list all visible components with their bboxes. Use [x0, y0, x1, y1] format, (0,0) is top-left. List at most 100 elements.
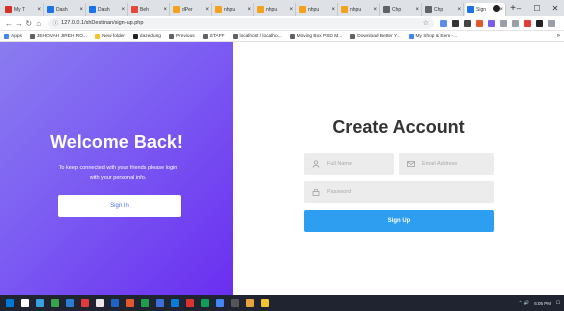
browser-tab[interactable]: Chp ×: [423, 3, 464, 16]
taskbar-app-icon[interactable]: [246, 299, 254, 307]
email-input[interactable]: [422, 161, 482, 167]
bookmarks-more-button[interactable]: »: [557, 33, 560, 39]
start-icon[interactable]: [6, 299, 14, 307]
address-bar[interactable]: ⓘ 127.0.0.1/shDestinan/sign-up.php ☆: [47, 17, 434, 29]
extension-icon[interactable]: [500, 19, 507, 27]
taskbar-app-icon[interactable]: [156, 299, 164, 307]
notifications-icon[interactable]: ☐: [556, 300, 560, 306]
taskbar-app-icon[interactable]: [21, 299, 29, 307]
taskbar-app-icon[interactable]: [141, 299, 149, 307]
tab-label: nhpu: [266, 6, 278, 13]
browser-tab[interactable]: Dash ×: [45, 3, 86, 16]
close-window-button[interactable]: ✕: [546, 4, 564, 13]
bookmark-item[interactable]: dazedung: [132, 33, 161, 39]
browser-tab[interactable]: Chp ×: [381, 3, 422, 16]
bookmark-item[interactable]: Previous: [168, 33, 195, 39]
tab-label: Chp: [434, 6, 444, 13]
password-field[interactable]: [304, 181, 494, 203]
tab-close-icon[interactable]: ×: [247, 7, 251, 13]
info-icon[interactable]: ⓘ: [53, 19, 59, 27]
extension-icon[interactable]: [488, 19, 495, 27]
browser-tab[interactable]: nhpu ×: [339, 3, 380, 16]
bookmark-item[interactable]: JEHOVAH JIREH RO...: [29, 33, 87, 39]
extension-icon[interactable]: [536, 19, 543, 27]
browser-tab[interactable]: Beh ×: [129, 3, 170, 16]
tab-label: Dash: [98, 6, 110, 13]
bookmark-item[interactable]: Download Better Y...: [350, 33, 401, 39]
tab-favicon-icon: [341, 6, 348, 13]
bookmark-item[interactable]: My Shop & Eem -...: [408, 33, 457, 39]
bookmark-star-icon[interactable]: ☆: [423, 19, 429, 27]
taskbar-app-icon[interactable]: [81, 299, 89, 307]
clock[interactable]: 6:05 PM: [534, 301, 551, 306]
tab-close-icon[interactable]: ×: [205, 7, 209, 13]
taskbar-app-icon[interactable]: [126, 299, 134, 307]
taskbar-app-icon[interactable]: [201, 299, 209, 307]
tab-close-icon[interactable]: ×: [79, 7, 83, 13]
tab-close-icon[interactable]: ×: [37, 7, 41, 13]
full-name-input[interactable]: [327, 161, 387, 167]
bookmark-label: dazedung: [139, 33, 161, 39]
extension-icon[interactable]: [440, 19, 447, 27]
reload-icon[interactable]: ↻: [24, 19, 34, 28]
tab-close-icon[interactable]: ×: [457, 7, 461, 13]
bookmark-item[interactable]: New folder: [94, 33, 125, 39]
extension-icon[interactable]: [464, 19, 471, 27]
bookmark-item[interactable]: Moving Box PSD M...: [289, 33, 343, 39]
tab-label: nhpu: [224, 6, 236, 13]
browser-tab[interactable]: nhpu ×: [213, 3, 254, 16]
browser-tab[interactable]: nhpu ×: [255, 3, 296, 16]
page-content: Welcome Back! To keep connected with you…: [0, 42, 564, 295]
taskbar-app-icon[interactable]: [96, 299, 104, 307]
taskbar-app-icon[interactable]: [171, 299, 179, 307]
bookmark-item[interactable]: STAFF: [202, 33, 225, 39]
tab-close-icon[interactable]: ×: [415, 7, 419, 13]
extension-icon[interactable]: [476, 19, 483, 27]
bookmark-label: Apps: [11, 33, 22, 39]
minimize-button[interactable]: –: [510, 4, 528, 13]
tab-close-icon[interactable]: ×: [163, 7, 167, 13]
tab-favicon-icon: [89, 6, 96, 13]
window-controls: – ☐ ✕: [493, 0, 564, 16]
taskbar-app-icon[interactable]: [51, 299, 59, 307]
tab-label: Chp: [392, 6, 402, 13]
taskbar-app-icon[interactable]: [36, 299, 44, 307]
browser-tab[interactable]: dPer ×: [171, 3, 212, 16]
forward-icon[interactable]: →: [14, 19, 24, 28]
tab-close-icon[interactable]: ×: [121, 7, 125, 13]
tab-close-icon[interactable]: ×: [373, 7, 377, 13]
bookmark-label: STAFF: [209, 33, 225, 39]
taskbar-app-icon[interactable]: [261, 299, 269, 307]
taskbar-app-icon[interactable]: [111, 299, 119, 307]
taskbar-app-icon[interactable]: [186, 299, 194, 307]
maximize-button[interactable]: ☐: [528, 4, 546, 13]
browser-tab[interactable]: Dash ×: [87, 3, 128, 16]
tab-favicon-icon: [383, 6, 390, 13]
browser-tab[interactable]: nhpu ×: [297, 3, 338, 16]
profile-icon[interactable]: [493, 4, 500, 12]
full-name-field[interactable]: [304, 153, 394, 175]
tab-close-icon[interactable]: ×: [331, 7, 335, 13]
taskbar-app-icon[interactable]: [231, 299, 239, 307]
tab-favicon-icon: [425, 6, 432, 13]
back-icon[interactable]: ←: [4, 19, 14, 28]
home-icon[interactable]: ⌂: [34, 19, 44, 28]
bookmark-item[interactable]: Apps: [4, 33, 22, 39]
sign-in-button[interactable]: Sign In: [58, 195, 181, 217]
taskbar-app-icon[interactable]: [216, 299, 224, 307]
taskbar-app-icon[interactable]: [66, 299, 74, 307]
extension-icon[interactable]: [524, 19, 531, 27]
tab-favicon-icon: [5, 6, 12, 13]
browser-tab[interactable]: My T ×: [3, 3, 44, 16]
bookmark-label: Moving Box PSD M...: [296, 33, 343, 39]
bookmark-item[interactable]: localhost / localho...: [232, 33, 282, 39]
tab-close-icon[interactable]: ×: [289, 7, 293, 13]
extension-icon[interactable]: [512, 19, 519, 27]
tray-icons[interactable]: ⌃ 🔊: [519, 300, 530, 306]
sign-up-button[interactable]: Sign Up: [304, 210, 494, 232]
tab-favicon-icon: [47, 6, 54, 13]
extension-icon[interactable]: [452, 19, 459, 27]
password-input[interactable]: [327, 189, 387, 195]
extension-icon[interactable]: [548, 19, 555, 27]
email-field[interactable]: [399, 153, 494, 175]
